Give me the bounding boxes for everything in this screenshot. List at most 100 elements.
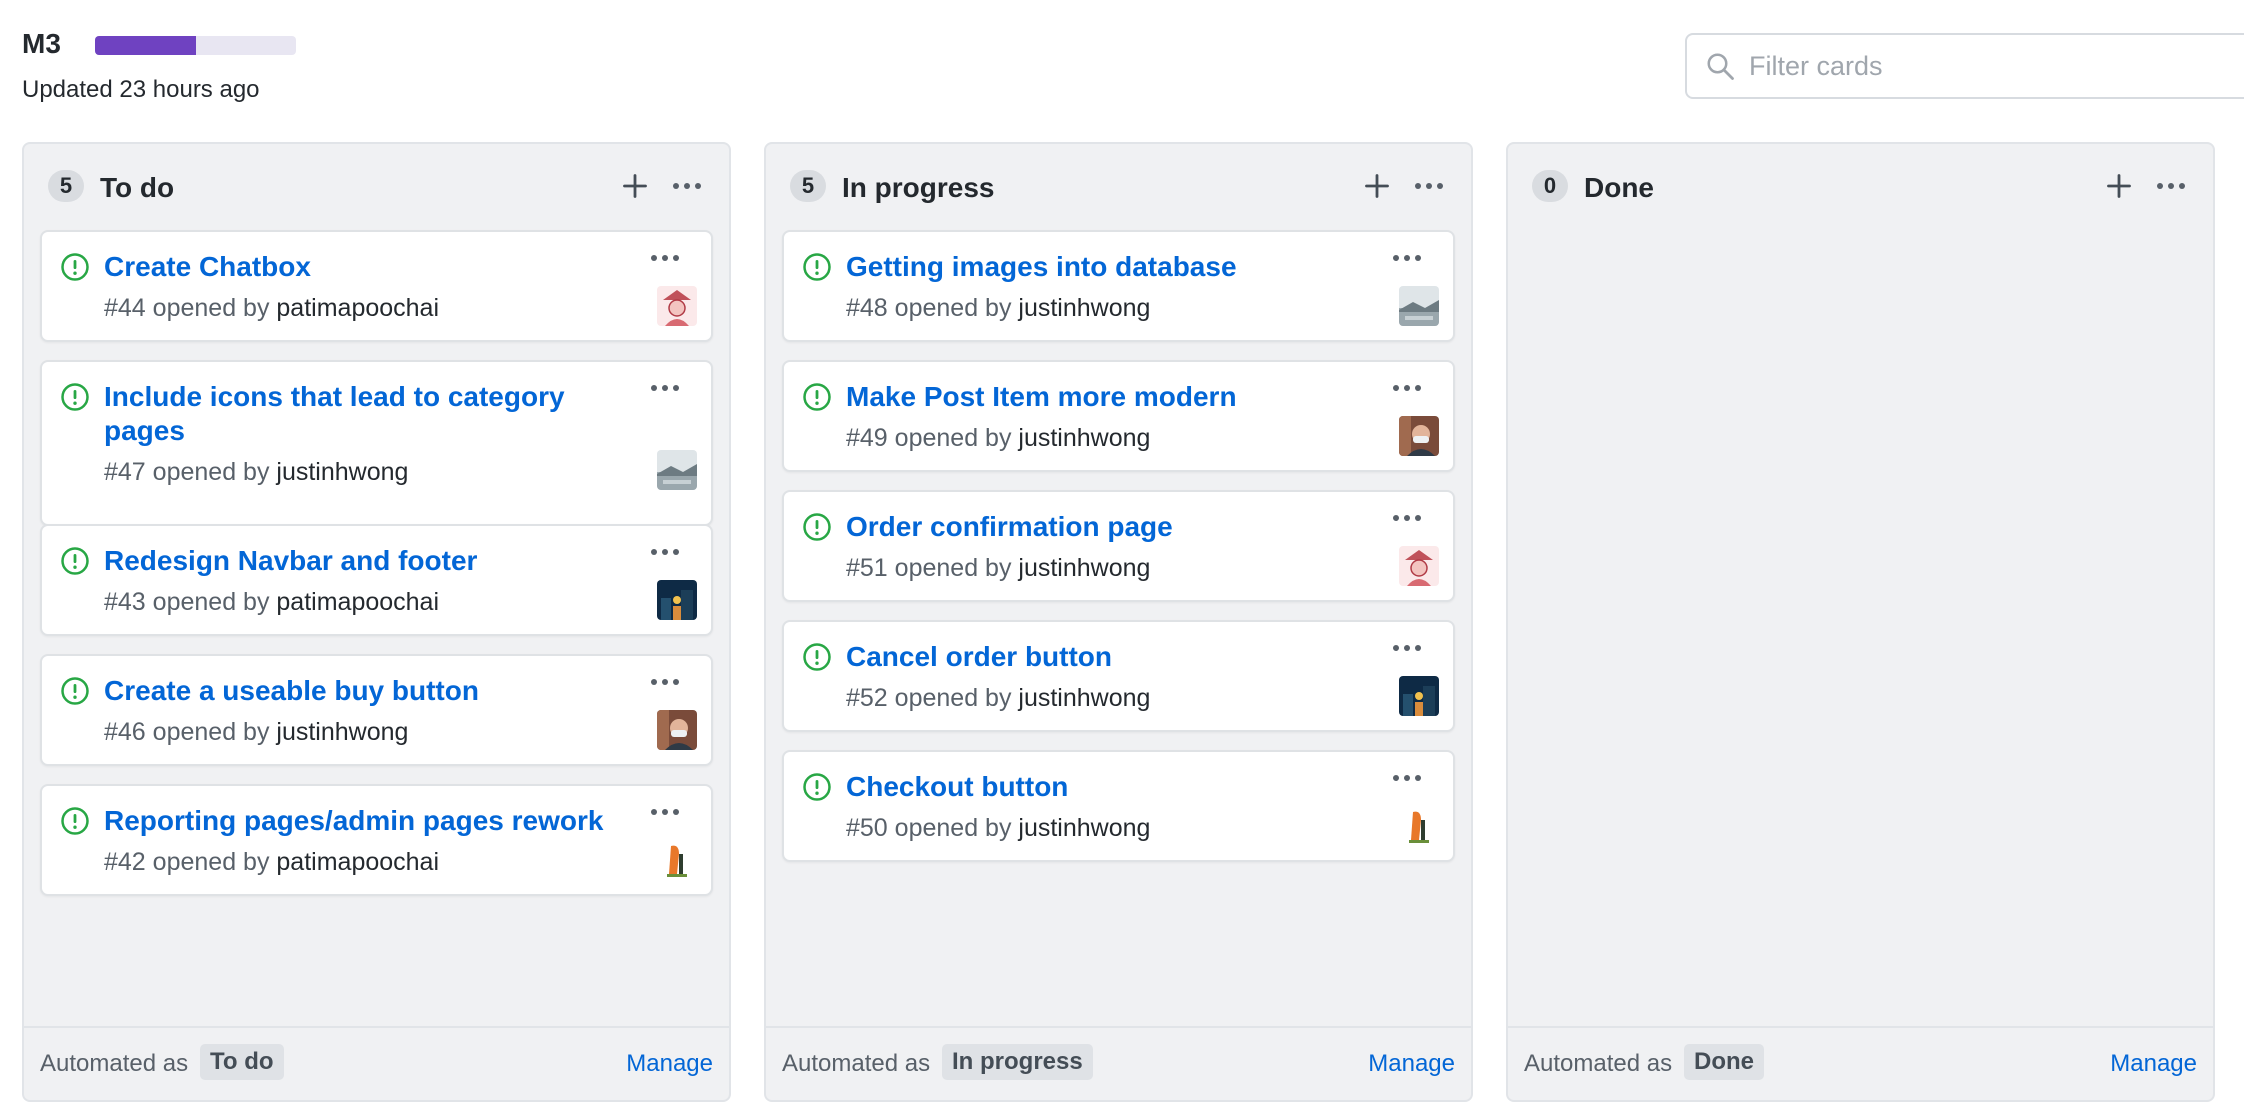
issue-author[interactable]: patimapoochai [276, 294, 439, 322]
issue-title-link[interactable]: Cancel order button [846, 640, 1346, 674]
column-header: 5 To do [24, 144, 729, 226]
issue-author[interactable]: patimapoochai [276, 848, 439, 876]
issue-number: #46 [104, 718, 146, 746]
issue-card[interactable]: Getting images into database #48 opened … [782, 230, 1455, 342]
issue-author[interactable]: justinhwong [1018, 294, 1150, 322]
column-footer: Automated as To do Manage [24, 1026, 729, 1100]
manage-automation-link[interactable]: Manage [626, 1050, 713, 1078]
card-menu-button[interactable] [645, 246, 685, 270]
automation-badge: Done [1684, 1044, 1764, 1080]
card-menu-button[interactable] [645, 376, 685, 400]
issue-card[interactable]: Redesign Navbar and footer #43 opened by… [40, 524, 713, 636]
issue-author[interactable]: patimapoochai [276, 588, 439, 616]
author-avatar[interactable] [657, 840, 697, 880]
opened-by-text: opened by [152, 848, 270, 876]
issue-title-link[interactable]: Checkout button [846, 770, 1346, 804]
issue-title-link[interactable]: Redesign Navbar and footer [104, 544, 604, 578]
author-avatar[interactable] [1399, 416, 1439, 456]
opened-by-text: opened by [152, 294, 270, 322]
card-menu-button[interactable] [645, 670, 685, 694]
author-avatar[interactable] [657, 286, 697, 326]
search-icon [1703, 49, 1737, 83]
filter-cards-box[interactable] [1685, 33, 2244, 99]
issue-meta: #51 opened by justinhwong [846, 554, 1150, 583]
issue-title-link[interactable]: Order confirmation page [846, 510, 1346, 544]
add-card-button[interactable] [2099, 166, 2139, 206]
issue-opened-icon [60, 382, 90, 412]
author-avatar[interactable] [657, 580, 697, 620]
issue-card[interactable]: Order confirmation page #51 opened by ju… [782, 490, 1455, 602]
column-menu-button[interactable] [1409, 166, 1449, 206]
issue-author[interactable]: justinhwong [276, 458, 408, 486]
card-menu-button[interactable] [645, 800, 685, 824]
issue-card[interactable]: Make Post Item more modern #49 opened by… [782, 360, 1455, 472]
column-menu-button[interactable] [667, 166, 707, 206]
kebab-horizontal-icon [651, 679, 679, 685]
issue-title-link[interactable]: Include icons that lead to category page… [104, 380, 604, 448]
kebab-horizontal-icon [1393, 385, 1421, 391]
issue-author[interactable]: justinhwong [1018, 684, 1150, 712]
issue-card[interactable]: Create Chatbox #44 opened by patimapooch… [40, 230, 713, 342]
issue-title-link[interactable]: Create a useable buy button [104, 674, 604, 708]
updated-timestamp: Updated 23 hours ago [22, 76, 260, 103]
automated-label: Automated as [40, 1050, 189, 1077]
card-menu-button[interactable] [1387, 376, 1427, 400]
issue-author[interactable]: justinhwong [276, 718, 408, 746]
card-menu-button[interactable] [1387, 246, 1427, 270]
column-header: 5 In progress [766, 144, 1471, 226]
column-footer: Automated as Done Manage [1508, 1026, 2213, 1100]
issue-card[interactable]: Checkout button #50 opened by justinhwon… [782, 750, 1455, 862]
issue-author[interactable]: justinhwong [1018, 814, 1150, 842]
opened-by-text: opened by [894, 684, 1012, 712]
kebab-horizontal-icon [651, 385, 679, 391]
issue-opened-icon [802, 252, 832, 282]
column-menu-button[interactable] [2151, 166, 2191, 206]
issue-author[interactable]: justinhwong [1018, 424, 1150, 452]
issue-title-link[interactable]: Getting images into database [846, 250, 1346, 284]
issue-title-link[interactable]: Create Chatbox [104, 250, 604, 284]
issue-opened-icon [802, 382, 832, 412]
kebab-horizontal-icon [1415, 183, 1443, 189]
add-card-button[interactable] [1357, 166, 1397, 206]
manage-automation-link[interactable]: Manage [1368, 1050, 1455, 1078]
add-card-button[interactable] [615, 166, 655, 206]
issue-meta: #42 opened by patimapoochai [104, 848, 439, 877]
progress-bar-fill [95, 36, 196, 55]
kebab-horizontal-icon [651, 809, 679, 815]
issue-author[interactable]: justinhwong [1018, 554, 1150, 582]
manage-automation-link[interactable]: Manage [2110, 1050, 2197, 1078]
filter-cards-input[interactable] [1747, 49, 2244, 83]
column-title: Done [1584, 172, 1654, 203]
kebab-horizontal-icon [1393, 775, 1421, 781]
card-menu-button[interactable] [645, 540, 685, 564]
automated-label: Automated as [782, 1050, 931, 1077]
card-menu-button[interactable] [1387, 506, 1427, 530]
author-avatar[interactable] [1399, 286, 1439, 326]
issue-number: #48 [846, 294, 888, 322]
issue-card[interactable]: Cancel order button #52 opened by justin… [782, 620, 1455, 732]
card-menu-button[interactable] [1387, 636, 1427, 660]
issue-number: #49 [846, 424, 888, 452]
issue-meta: #48 opened by justinhwong [846, 294, 1150, 323]
issue-card[interactable]: Create a useable buy button #46 opened b… [40, 654, 713, 766]
issue-meta: #43 opened by patimapoochai [104, 588, 439, 617]
board-title: M3 [22, 28, 61, 59]
author-avatar[interactable] [1399, 806, 1439, 846]
author-avatar[interactable] [657, 450, 697, 490]
issue-opened-icon [60, 676, 90, 706]
opened-by-text: opened by [152, 588, 270, 616]
automation-badge: To do [200, 1044, 284, 1080]
author-avatar[interactable] [657, 710, 697, 750]
issue-card[interactable]: Reporting pages/admin pages rework #42 o… [40, 784, 713, 896]
issue-title-link[interactable]: Make Post Item more modern [846, 380, 1346, 414]
issue-number: #52 [846, 684, 888, 712]
issue-number: #47 [104, 458, 146, 486]
card-menu-button[interactable] [1387, 766, 1427, 790]
opened-by-text: opened by [894, 424, 1012, 452]
issue-meta: #46 opened by justinhwong [104, 718, 408, 747]
author-avatar[interactable] [1399, 546, 1439, 586]
issue-title-link[interactable]: Reporting pages/admin pages rework [104, 804, 604, 838]
author-avatar[interactable] [1399, 676, 1439, 716]
issue-card[interactable]: Include icons that lead to category page… [40, 360, 713, 526]
issue-opened-icon [802, 642, 832, 672]
